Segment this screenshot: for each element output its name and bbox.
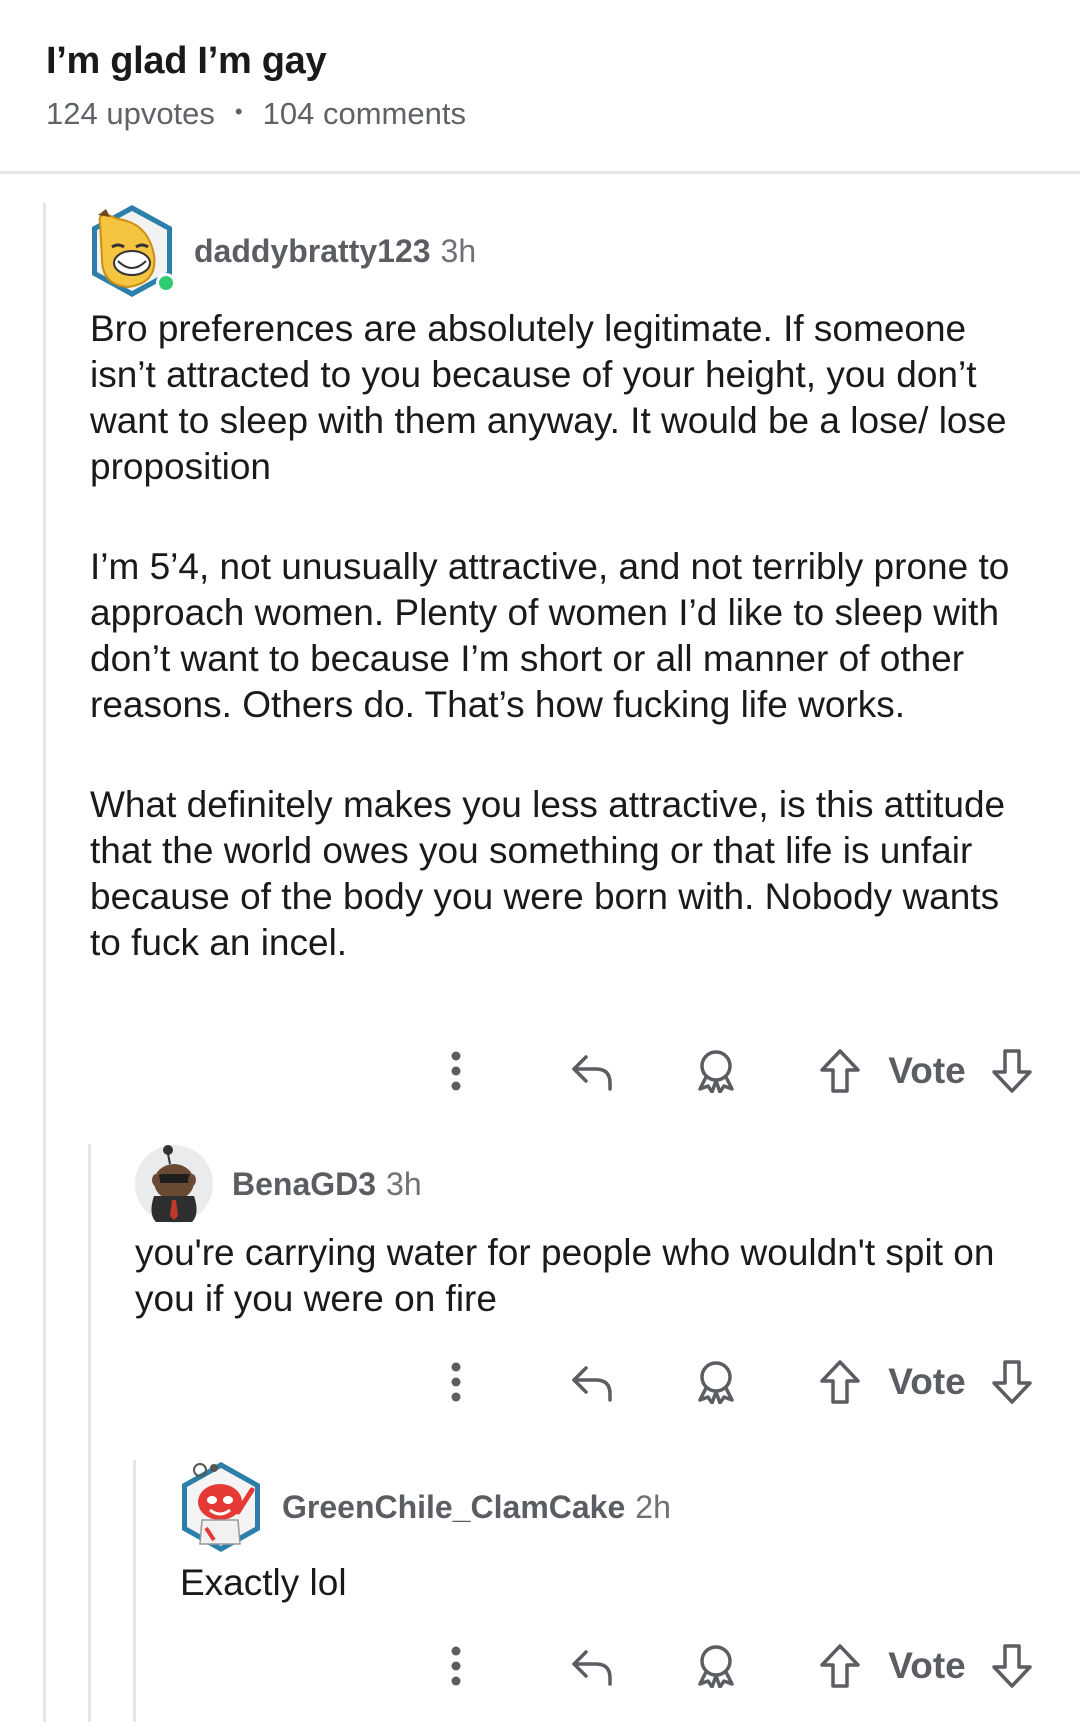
vote-label: Vote <box>888 1050 966 1091</box>
vote-label: Vote <box>888 1361 966 1402</box>
award-icon <box>698 1361 734 1404</box>
comment-paragraph: Exactly lol <box>180 1562 347 1603</box>
comment-count[interactable]: 104 comments <box>263 96 466 132</box>
downvote-button[interactable] <box>988 1352 1036 1412</box>
comment-paragraph: What definitely makes you less attractiv… <box>90 784 1006 963</box>
upvote-arrow-icon <box>820 1360 860 1404</box>
award-icon <box>698 1645 734 1688</box>
more-options-icon <box>451 1646 461 1686</box>
vote-score: Vote <box>884 1352 970 1412</box>
vote-score: Vote <box>884 1041 970 1101</box>
online-status-dot <box>156 273 176 293</box>
comment-body: you're carrying water for people who wou… <box>135 1230 1045 1322</box>
comment-username[interactable]: daddybratty123 <box>194 233 431 270</box>
comment-time: 3h <box>386 1165 422 1202</box>
more-options-button[interactable] <box>436 1041 476 1101</box>
comment-actions: Vote <box>0 1352 1080 1412</box>
upvote-button[interactable] <box>816 1041 864 1101</box>
comment-username[interactable]: GreenChile_ClamCake <box>282 1489 625 1526</box>
reply-button[interactable] <box>568 1636 616 1696</box>
meta-separator: • <box>234 99 243 124</box>
downvote-button[interactable] <box>988 1636 1036 1696</box>
comment-username[interactable]: BenaGD3 <box>232 1166 376 1203</box>
reply-icon <box>572 1650 612 1686</box>
comment-time: 3h <box>440 232 477 269</box>
downvote-arrow-icon <box>992 1360 1032 1404</box>
vote-label: Vote <box>888 1645 966 1686</box>
comment-actions: Vote <box>0 1636 1080 1696</box>
comment-body: Exactly lol <box>180 1560 1040 1606</box>
award-icon <box>698 1050 734 1093</box>
more-options-icon <box>451 1362 461 1402</box>
avatar[interactable] <box>88 203 176 299</box>
comment-paragraph: I’m 5’4, not unusually attractive, and n… <box>90 546 1010 725</box>
post-meta: 124 upvotes • 104 comments <box>46 96 466 132</box>
upvote-arrow-icon <box>820 1049 860 1093</box>
avatar[interactable] <box>134 1144 214 1224</box>
reply-button[interactable] <box>568 1352 616 1412</box>
comment-header: BenaGD3 3h <box>134 1144 422 1224</box>
thread-line-level-1[interactable] <box>43 203 46 1722</box>
comment-header: GreenChile_ClamCake 2h <box>178 1460 671 1554</box>
post-header: I’m glad I’m gay 124 upvotes • 104 comme… <box>0 0 1080 174</box>
comment-body: Bro preferences are absolutely legitimat… <box>90 306 1040 966</box>
downvote-arrow-icon <box>992 1049 1032 1093</box>
downvote-arrow-icon <box>992 1644 1032 1688</box>
snoo-avatar-icon <box>135 1145 213 1223</box>
downvote-button[interactable] <box>988 1041 1036 1101</box>
award-button[interactable] <box>692 1636 740 1696</box>
more-options-icon <box>451 1051 461 1091</box>
award-button[interactable] <box>692 1352 740 1412</box>
upvote-button[interactable] <box>816 1636 864 1696</box>
more-options-button[interactable] <box>436 1352 476 1412</box>
post-title[interactable]: I’m glad I’m gay <box>46 40 327 83</box>
upvote-arrow-icon <box>820 1644 860 1688</box>
vote-score: Vote <box>884 1636 970 1696</box>
snoo-avatar-icon <box>182 1462 260 1552</box>
reply-icon <box>572 1366 612 1402</box>
upvote-count: 124 upvotes <box>46 96 215 131</box>
reply-button[interactable] <box>568 1041 616 1101</box>
award-button[interactable] <box>692 1041 740 1101</box>
comment-paragraph: you're carrying water for people who wou… <box>135 1232 995 1319</box>
upvote-button[interactable] <box>816 1352 864 1412</box>
comment-paragraph: Bro preferences are absolutely legitimat… <box>90 308 1007 487</box>
comment-header: daddybratty123 3h <box>88 203 476 299</box>
comment-actions: Vote <box>0 1041 1080 1101</box>
comment-time: 2h <box>635 1488 671 1525</box>
avatar[interactable] <box>178 1460 264 1554</box>
reply-icon <box>572 1055 612 1091</box>
more-options-button[interactable] <box>436 1636 476 1696</box>
